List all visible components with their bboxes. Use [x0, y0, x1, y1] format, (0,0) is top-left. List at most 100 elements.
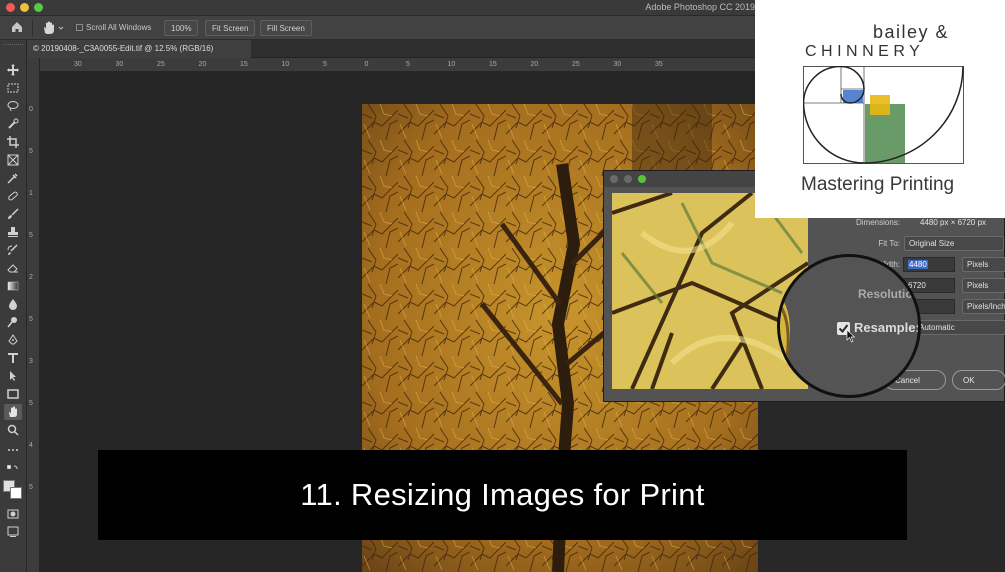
ruler-tick-label: 25: [157, 61, 165, 68]
width-unit-select[interactable]: Pixels: [962, 257, 1005, 272]
ruler-tick-label: 20: [530, 61, 539, 68]
quick-selection-icon: [8, 118, 19, 129]
crop-tool[interactable]: [4, 134, 22, 150]
frame-icon: [7, 154, 19, 166]
background-color-swatch[interactable]: [10, 487, 22, 499]
toolbox: [0, 40, 27, 572]
ruler-tick-label: 15: [240, 61, 248, 68]
ruler-tick-label: 0: [29, 106, 33, 113]
pen-icon: [8, 334, 18, 345]
dimensions-value: 4480 px × 6720 px: [920, 218, 987, 227]
ruler-vertical[interactable]: 0 5 1 5 2 5 3 5 4 5: [27, 58, 40, 572]
ruler-horizontal[interactable]: 30 30 25 20 15 10 5 0 5 10 15 20 25 30 35: [40, 58, 758, 72]
dialog-preview[interactable]: [612, 193, 808, 389]
ruler-tick-label: 2: [29, 274, 33, 281]
golden-spiral-icon: [803, 66, 964, 164]
clone-stamp-tool[interactable]: [4, 224, 22, 240]
fill-screen-button[interactable]: Fill Screen: [260, 20, 312, 36]
brush-tool[interactable]: [4, 206, 22, 222]
magnifier-icon: [7, 424, 19, 436]
ruler-tick-label: 5: [406, 61, 410, 68]
dodge-icon: [7, 317, 17, 328]
zoom-window-button[interactable]: [34, 3, 43, 12]
ruler-tick-label: 30: [115, 61, 124, 68]
magnifier-loupe: Resolutio Resample:: [777, 254, 921, 398]
scroll-all-windows-checkbox[interactable]: [76, 24, 83, 31]
ruler-tick-label: 3: [29, 358, 33, 365]
ruler-tick-label: 5: [29, 316, 33, 323]
more-tools[interactable]: [4, 442, 22, 458]
crop-icon: [7, 136, 19, 148]
ruler-tick-label: 0: [364, 61, 369, 68]
hand-tool-preset[interactable]: [40, 19, 66, 37]
mouse-cursor-icon: [846, 329, 856, 343]
hand-tool[interactable]: [4, 404, 22, 420]
quick-selection-tool[interactable]: [4, 116, 22, 132]
document-tab-bar: © 20190408-_C3A0055-Edit.tif @ 12.5% (RG…: [27, 40, 757, 58]
ruler-tick-label: 30: [74, 61, 82, 68]
path-selection-tool[interactable]: [4, 368, 22, 384]
logo-bailey-text: bailey &: [873, 22, 950, 42]
eraser-tool[interactable]: [4, 260, 22, 276]
default-colors[interactable]: [4, 464, 22, 476]
ruler-tick-label: 35: [655, 61, 663, 68]
droplet-icon: [9, 299, 17, 310]
dodge-tool[interactable]: [4, 314, 22, 330]
ellipsis-icon: [8, 449, 18, 451]
healing-brush-tool[interactable]: [4, 188, 22, 204]
height-unit-select[interactable]: Pixels: [962, 278, 1005, 293]
zoom-100-button[interactable]: 100%: [164, 20, 199, 36]
history-brush-icon: [7, 244, 18, 255]
eraser-icon: [7, 264, 18, 273]
move-icon: [7, 64, 19, 76]
scroll-all-windows-label: Scroll All Windows: [86, 23, 152, 32]
fit-to-label: Fit To:: [878, 239, 900, 248]
home-icon[interactable]: [10, 20, 24, 34]
ruler-tick-label: 30: [613, 61, 622, 68]
eyedropper-tool[interactable]: [4, 170, 22, 186]
screen-mode[interactable]: [4, 524, 22, 540]
lasso-tool[interactable]: [4, 98, 22, 114]
dimensions-label: Dimensions:: [855, 218, 900, 227]
marquee-tool[interactable]: [4, 80, 22, 96]
dialog-close-button[interactable]: [610, 175, 618, 183]
resample-label[interactable]: Resample:: [854, 320, 918, 335]
ruler-tick-label: 15: [489, 61, 497, 68]
ruler-tick-label: 4: [29, 442, 33, 449]
zoom-tool[interactable]: [4, 422, 22, 438]
rectangle-tool[interactable]: [4, 386, 22, 402]
pen-tool[interactable]: [4, 332, 22, 348]
hand-icon: [44, 21, 64, 34]
toolbox-grip[interactable]: [4, 44, 23, 50]
ruler-tick-label: 20: [198, 61, 207, 68]
ruler-tick-label: 5: [29, 400, 33, 407]
stamp-icon: [8, 227, 18, 237]
resolution-unit-select[interactable]: Pixels/Inch: [962, 299, 1005, 314]
frame-tool[interactable]: [4, 152, 22, 168]
fit-to-select[interactable]: Original Size: [904, 236, 1004, 251]
document-tab[interactable]: © 20190408-_C3A0055-Edit.tif @ 12.5% (RG…: [27, 40, 251, 58]
screen-mode-icon: [7, 526, 19, 537]
history-brush-tool[interactable]: [4, 242, 22, 258]
resample-select[interactable]: Automatic: [914, 320, 1005, 335]
blur-tool[interactable]: [4, 296, 22, 312]
quick-mask-mode[interactable]: [4, 506, 22, 522]
lesson-caption-banner: 11. Resizing Images for Print: [98, 450, 907, 540]
logo-chinnery-text: CHINNERY: [805, 43, 925, 60]
fit-screen-button[interactable]: Fit Screen: [205, 20, 256, 36]
bandage-icon: [8, 191, 18, 201]
type-tool[interactable]: [4, 350, 22, 366]
ok-button[interactable]: OK: [952, 370, 1005, 390]
move-tool[interactable]: [4, 62, 22, 78]
gradient-tool[interactable]: [4, 278, 22, 294]
dialog-zoom-button[interactable]: [638, 175, 646, 183]
close-window-button[interactable]: [6, 3, 15, 12]
type-icon: [8, 353, 18, 363]
swap-colors-icon: [7, 464, 18, 470]
dialog-minimize-button[interactable]: [624, 175, 632, 183]
minimize-window-button[interactable]: [20, 3, 29, 12]
arrow-icon: [10, 371, 16, 381]
app-title: Adobe Photoshop CC 2019: [645, 2, 755, 12]
preview-image: [612, 193, 808, 389]
lasso-icon: [7, 101, 19, 112]
